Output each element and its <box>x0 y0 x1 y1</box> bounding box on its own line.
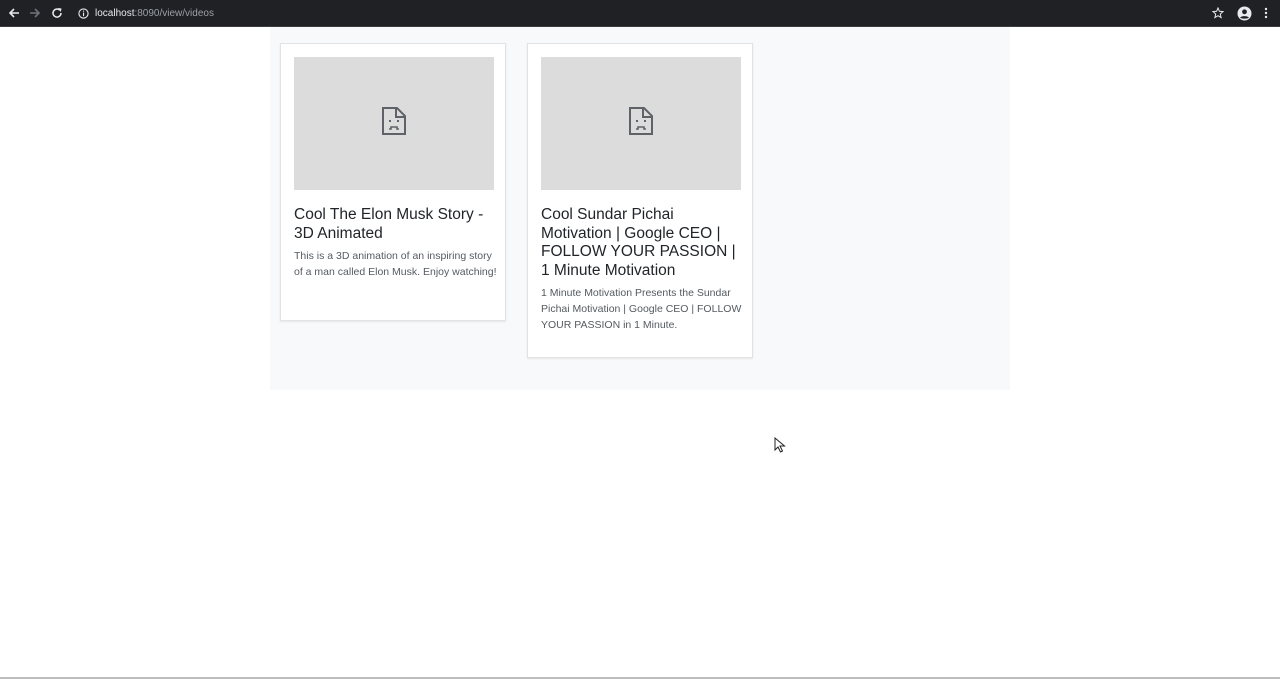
video-description: This is a 3D animation of an inspiring s… <box>294 250 497 278</box>
forward-arrow-icon[interactable] <box>27 5 43 21</box>
video-card[interactable]: Cool The Elon Musk Story - 3D Animated T… <box>280 43 506 321</box>
url-path: :8090/view/videos <box>134 8 214 19</box>
address-bar[interactable]: localhost:8090/view/videos <box>78 5 214 22</box>
mouse-cursor-icon <box>774 436 786 458</box>
broken-image-icon <box>628 106 654 141</box>
video-description: 1 Minute Motivation Presents the Sundar … <box>541 287 742 331</box>
account-icon[interactable] <box>1236 5 1252 21</box>
video-thumbnail[interactable] <box>541 57 741 190</box>
video-thumbnail[interactable] <box>294 57 494 190</box>
video-title[interactable]: Cool Sundar Pichai Motivation | Google C… <box>541 206 744 280</box>
videos-container: Cool The Elon Musk Story - 3D Animated T… <box>270 27 1010 390</box>
video-title[interactable]: Cool The Elon Musk Story - 3D Animated <box>294 206 497 243</box>
url-host: localhost <box>95 8 135 19</box>
info-icon[interactable] <box>78 8 89 19</box>
reload-icon[interactable] <box>49 5 65 21</box>
broken-image-icon <box>381 106 407 141</box>
video-card[interactable]: Cool Sundar Pichai Motivation | Google C… <box>527 43 753 358</box>
star-icon[interactable] <box>1210 5 1226 21</box>
back-arrow-icon[interactable] <box>6 5 22 21</box>
browser-toolbar: localhost:8090/view/videos <box>0 0 1280 27</box>
kebab-menu-icon[interactable] <box>1258 5 1274 21</box>
